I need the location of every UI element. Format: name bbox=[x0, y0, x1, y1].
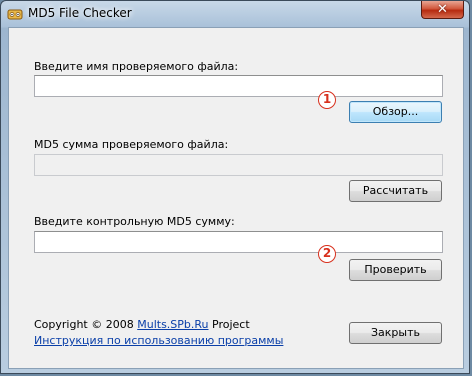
control-md5-label: Введите контрольную MD5 сумму: bbox=[34, 215, 235, 228]
calculate-button[interactable]: Рассчитать bbox=[349, 180, 442, 202]
annotation-marker-1: 1 bbox=[318, 91, 336, 109]
instructions-row: Инструкция по использованию программы bbox=[34, 334, 283, 347]
md5-result-label: MD5 сумма проверяемого файла: bbox=[34, 138, 229, 151]
control-md5-input[interactable] bbox=[34, 231, 443, 253]
dialog-body: Введите имя проверяемого файла: 1 Обзор.… bbox=[8, 27, 464, 369]
window-close-button[interactable]: ✕ bbox=[421, 1, 464, 19]
title-bar[interactable]: MD5 File Checker ✕ bbox=[1, 1, 469, 27]
app-icon[interactable] bbox=[7, 6, 23, 22]
app-window: MD5 File Checker ✕ Введите имя проверяем… bbox=[0, 0, 470, 374]
window-title: MD5 File Checker bbox=[28, 6, 132, 20]
annotation-marker-2: 2 bbox=[318, 245, 336, 263]
site-link[interactable]: Mults.SPb.Ru bbox=[137, 318, 208, 331]
close-button[interactable]: Закрыть bbox=[349, 322, 442, 344]
md5-result-field bbox=[34, 154, 443, 176]
file-name-label: Введите имя проверяемого файла: bbox=[34, 60, 239, 73]
copyright-suffix: Project bbox=[208, 318, 250, 331]
check-button[interactable]: Проверить bbox=[349, 259, 442, 281]
copyright-text: Copyright © 2008 Mults.SPb.Ru Project bbox=[34, 318, 250, 331]
instructions-link[interactable]: Инструкция по использованию программы bbox=[34, 334, 283, 347]
copyright-prefix: Copyright © 2008 bbox=[34, 318, 138, 331]
close-icon: ✕ bbox=[437, 2, 448, 17]
file-name-input[interactable] bbox=[34, 75, 443, 97]
browse-button[interactable]: Обзор... bbox=[349, 101, 442, 123]
